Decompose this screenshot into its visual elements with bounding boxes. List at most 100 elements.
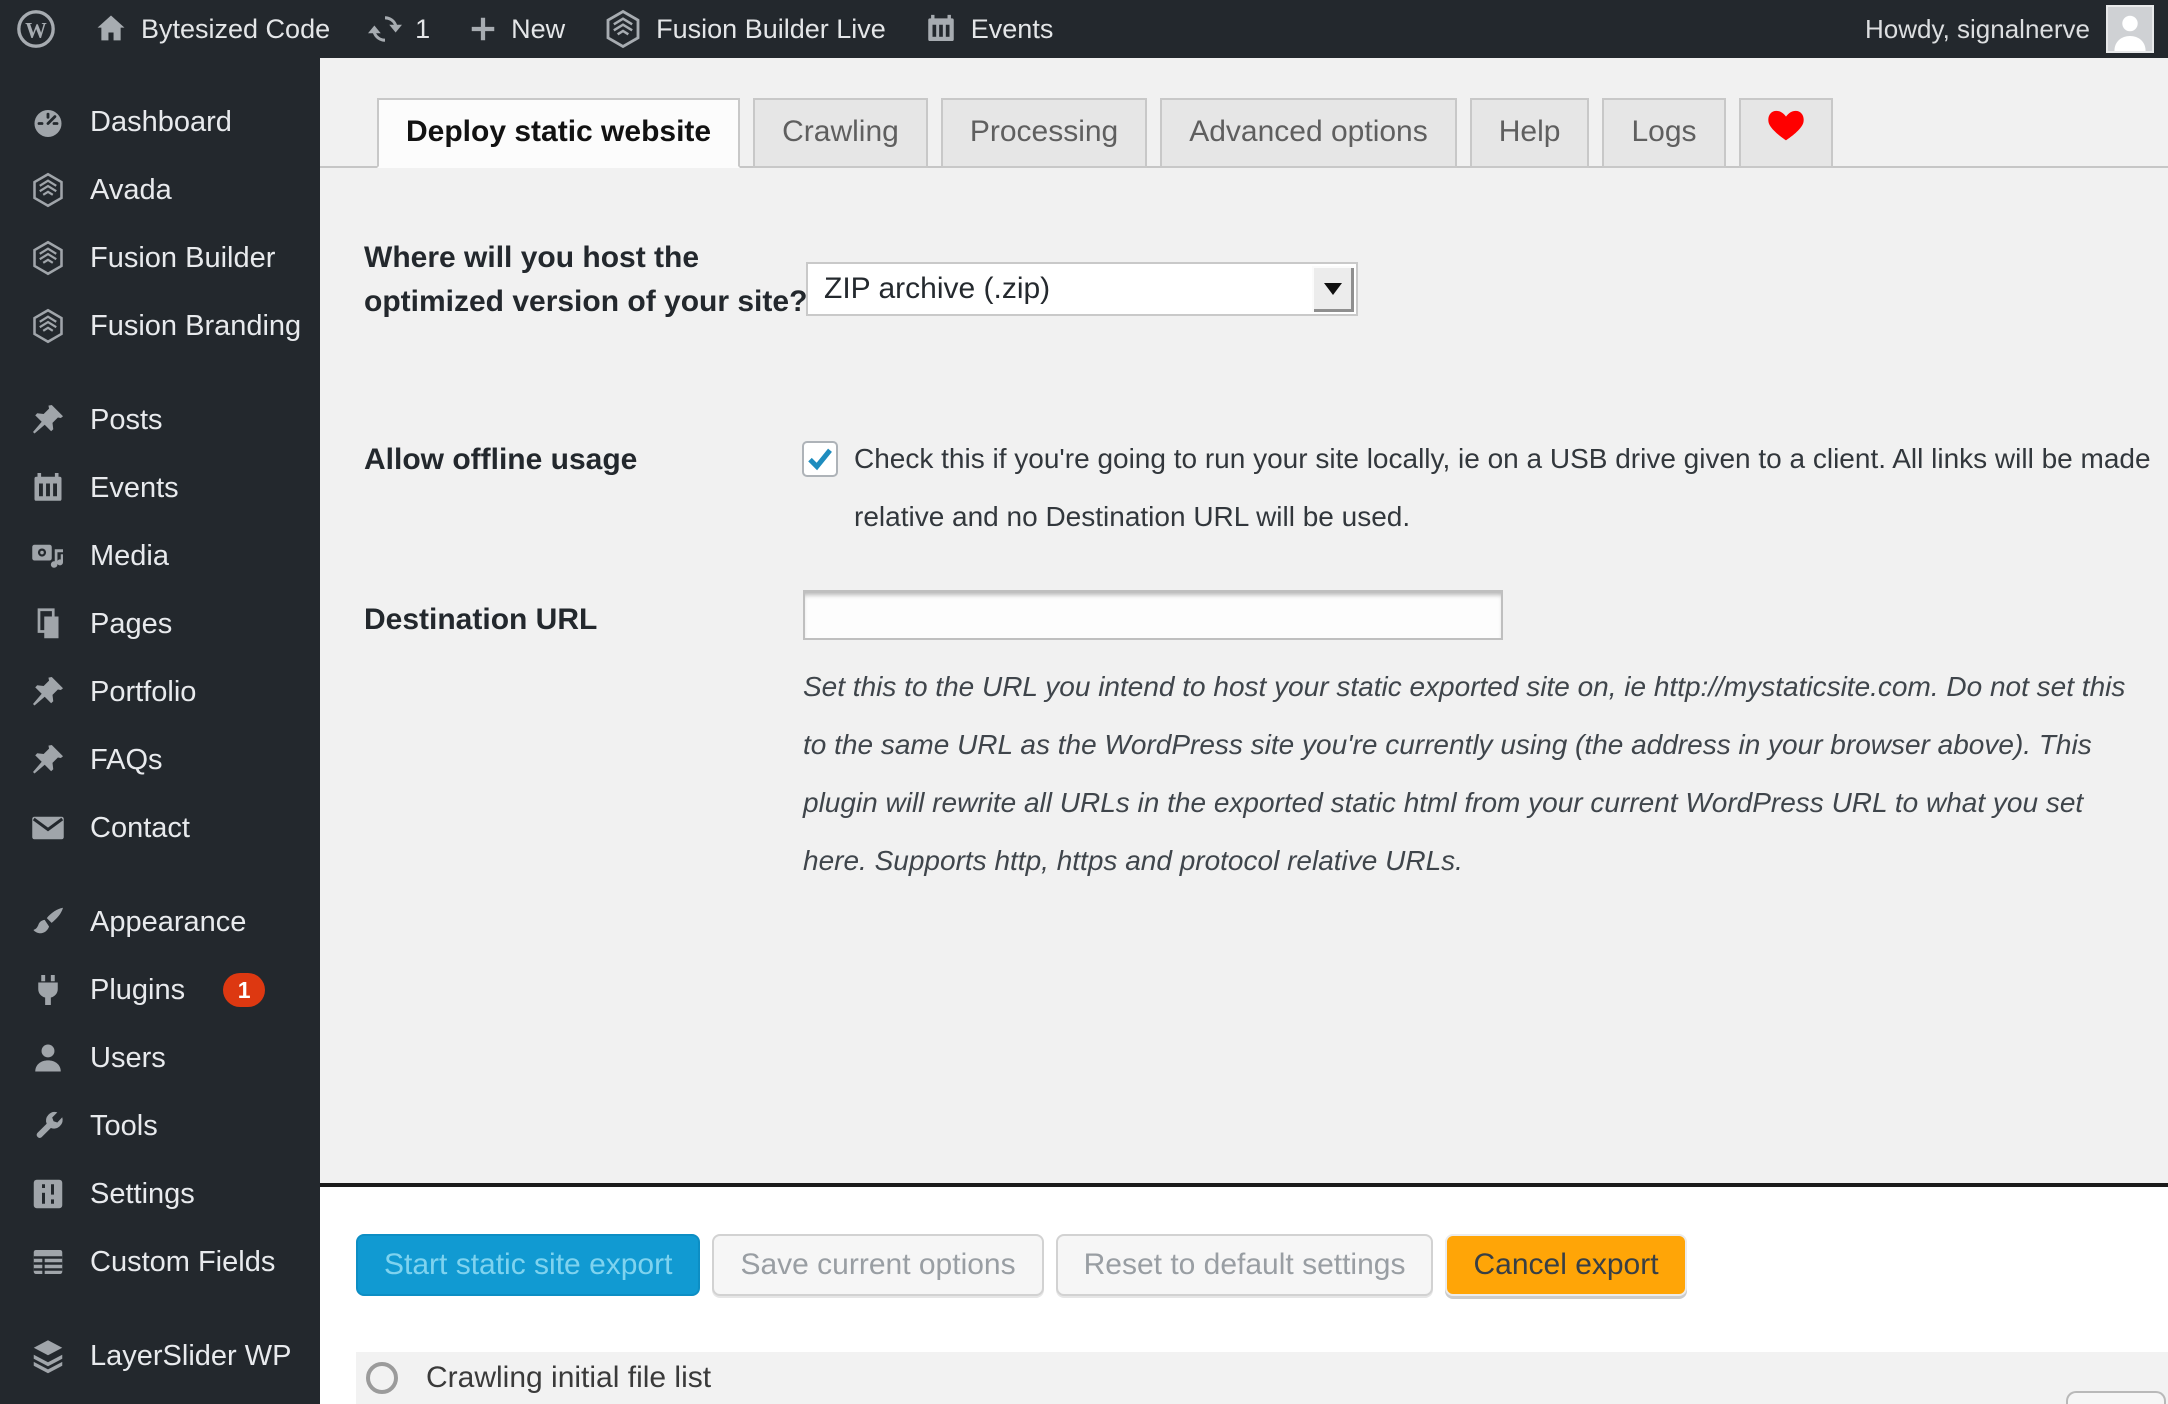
sidebar-item-label: FAQs	[90, 743, 163, 776]
dashboard-icon	[30, 104, 66, 140]
wordpress-logo-icon: W	[16, 9, 56, 49]
sidebar-item-pages[interactable]: Pages	[0, 590, 320, 658]
pin-icon	[30, 742, 66, 778]
cancel-export-button[interactable]: Cancel export	[1445, 1234, 1687, 1296]
sidebar-item-fusion-builder[interactable]: Fusion Builder	[0, 224, 320, 292]
wordpress-admin-screen: W Bytesized Code 1 New Fusion Builder Li…	[0, 0, 2168, 1404]
pages-icon	[30, 606, 66, 642]
status-label: Crawling initial file list	[426, 1361, 712, 1394]
sidebar-item-label: Avada	[90, 173, 172, 206]
offline-usage-description: Check this if you're going to run your s…	[854, 443, 2151, 532]
events-admin-link[interactable]: Events	[924, 12, 1054, 46]
sidebar-item-label: Tools	[90, 1109, 158, 1142]
action-buttons: Start static site export Save current op…	[356, 1234, 1687, 1296]
layers-icon	[30, 1338, 66, 1374]
destination-url-input[interactable]	[803, 590, 1503, 640]
updates-count: 1	[415, 13, 431, 44]
brush-icon	[30, 904, 66, 940]
mail-icon	[30, 810, 66, 846]
home-icon	[94, 12, 128, 46]
down-triangle-icon	[1324, 283, 1342, 295]
sidebar-item-custom-fields[interactable]: Custom Fields	[0, 1228, 320, 1296]
save-options-button[interactable]: Save current options	[712, 1234, 1044, 1296]
host-destination-select[interactable]: ZIP archive (.zip)	[806, 262, 1358, 316]
sidebar-item-label: Posts	[90, 403, 163, 436]
sidebar-item-posts[interactable]: Posts	[0, 386, 320, 454]
sidebar-item-settings[interactable]: Settings	[0, 1160, 320, 1228]
destination-url-description: Set this to the URL you intend to host y…	[803, 671, 2126, 876]
fusion-builder-live-label: Fusion Builder Live	[656, 13, 886, 44]
sidebar-item-label: Events	[90, 471, 179, 504]
site-name: Bytesized Code	[141, 13, 331, 44]
sidebar-item-label: Dashboard	[90, 105, 232, 138]
sidebar-item-dashboard[interactable]: Dashboard	[0, 88, 320, 156]
tab-deploy-static-website[interactable]: Deploy static website	[377, 98, 741, 168]
refresh-icon	[368, 12, 403, 46]
sidebar-item-fusion-branding[interactable]: Fusion Branding	[0, 292, 320, 360]
sidebar-item-tools[interactable]: Tools	[0, 1092, 320, 1160]
new-content-button[interactable]: New	[468, 14, 565, 45]
offline-usage-label: Allow offline usage	[364, 443, 638, 476]
sidebar-item-label: Fusion Builder	[90, 241, 276, 274]
plugin-icon	[30, 972, 66, 1008]
sidebar-item-events[interactable]: Events	[0, 454, 320, 522]
hexagon-icon	[603, 9, 643, 49]
sidebar-item-label: Portfolio	[90, 675, 197, 708]
plugin-tabs: Deploy static website Crawling Processin…	[320, 98, 2168, 168]
admin-bar: W Bytesized Code 1 New Fusion Builder Li…	[0, 0, 2168, 58]
media-icon	[30, 538, 66, 574]
avatar	[2106, 5, 2154, 53]
calendar-icon	[30, 470, 66, 506]
wrench-icon	[30, 1108, 66, 1144]
tab-advanced-options[interactable]: Advanced options	[1160, 98, 1457, 168]
wordpress-logo-menu[interactable]: W	[16, 9, 56, 49]
partial-button-bottom-right[interactable]	[2066, 1391, 2166, 1404]
account-menu[interactable]: Howdy, signalnerve	[1865, 5, 2168, 53]
plugin-content: Deploy static website Crawling Processin…	[320, 58, 2168, 1404]
sidebar-item-avada[interactable]: Avada	[0, 156, 320, 224]
destination-url-label: Destination URL	[364, 603, 598, 636]
sidebar-item-plugins[interactable]: Plugins 1	[0, 956, 320, 1024]
events-label: Events	[970, 13, 1054, 44]
sidebar-item-media[interactable]: Media	[0, 522, 320, 590]
hexagon-icon	[30, 240, 66, 276]
export-status-row: Crawling initial file list	[356, 1352, 2168, 1404]
selected-option: ZIP archive (.zip)	[824, 272, 1051, 305]
sidebar-item-portfolio[interactable]: Portfolio	[0, 658, 320, 726]
sidebar-item-users[interactable]: Users	[0, 1024, 320, 1092]
new-label: New	[511, 13, 566, 44]
start-export-button[interactable]: Start static site export	[356, 1234, 701, 1296]
update-count-badge: 1	[223, 973, 266, 1007]
hexagon-icon	[30, 308, 66, 344]
settings-icon	[30, 1176, 66, 1212]
select-arrow-button[interactable]	[1312, 266, 1354, 312]
tab-heart[interactable]	[1738, 98, 1833, 168]
hexagon-icon	[30, 172, 66, 208]
user-icon	[30, 1040, 66, 1076]
sidebar-item-layerslider[interactable]: LayerSlider WP	[0, 1322, 320, 1390]
custom-fields-icon	[30, 1244, 66, 1280]
reset-defaults-button[interactable]: Reset to default settings	[1055, 1234, 1434, 1296]
sidebar-item-label: Custom Fields	[90, 1245, 276, 1278]
tab-help[interactable]: Help	[1469, 98, 1590, 168]
sidebar-item-appearance[interactable]: Appearance	[0, 888, 320, 956]
heart-icon	[1765, 101, 1807, 165]
sidebar-item-contact[interactable]: Contact	[0, 794, 320, 862]
calendar-icon	[924, 12, 958, 46]
sidebar-item-label: Plugins	[90, 973, 186, 1006]
tab-crawling[interactable]: Crawling	[753, 98, 928, 168]
sidebar-item-label: LayerSlider WP	[90, 1339, 292, 1372]
howdy-text: Howdy, signalnerve	[1865, 13, 2090, 44]
tab-logs[interactable]: Logs	[1602, 98, 1726, 168]
site-home-link[interactable]: Bytesized Code	[94, 12, 330, 46]
updates-indicator[interactable]: 1	[368, 12, 430, 46]
sidebar-item-faqs[interactable]: FAQs	[0, 726, 320, 794]
pin-icon	[30, 402, 66, 438]
offline-usage-checkbox[interactable]	[802, 441, 838, 477]
sidebar-item-label: Users	[90, 1041, 166, 1074]
sidebar-item-label: Pages	[90, 607, 173, 640]
host-question-label: Where will you host the optimized versio…	[364, 241, 808, 318]
fusion-builder-live-link[interactable]: Fusion Builder Live	[603, 9, 886, 49]
pin-icon	[30, 674, 66, 710]
tab-processing[interactable]: Processing	[940, 98, 1148, 168]
